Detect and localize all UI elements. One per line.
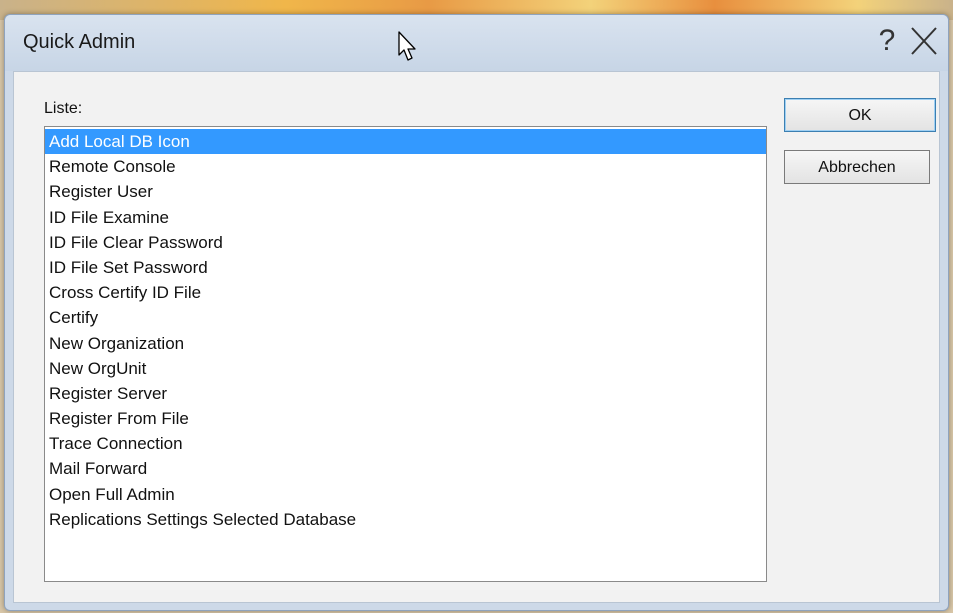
list-item[interactable]: ID File Examine [45, 205, 766, 230]
quick-admin-dialog: Quick Admin ? Liste: Add Local DB Icon Re… [4, 14, 949, 611]
close-button[interactable] [907, 23, 941, 59]
list-item[interactable]: Remote Console [45, 154, 766, 179]
list-item[interactable]: ID File Set Password [45, 255, 766, 280]
cancel-button[interactable]: Abbrechen [784, 150, 930, 184]
title-bar[interactable]: Quick Admin ? [5, 15, 948, 71]
list-item[interactable]: Mail Forward [45, 456, 766, 481]
dialog-title: Quick Admin [23, 31, 136, 53]
close-icon [911, 27, 937, 55]
mouse-cursor-icon [398, 31, 416, 61]
list-item[interactable]: Register Server [45, 381, 766, 406]
list-item[interactable]: New Organization [45, 331, 766, 356]
list-item[interactable]: Cross Certify ID File [45, 280, 766, 305]
list-item[interactable]: Trace Connection [45, 431, 766, 456]
list-label: Liste: [44, 100, 83, 117]
help-icon: ? [878, 24, 896, 57]
list-item[interactable]: Register User [45, 179, 766, 204]
admin-actions-listbox[interactable]: Add Local DB Icon Remote Console Register … [44, 126, 767, 582]
ok-button[interactable]: OK [784, 98, 936, 132]
list-item[interactable]: Open Full Admin [45, 482, 766, 507]
list-item[interactable]: Register From File [45, 406, 766, 431]
list-item[interactable]: Certify [45, 305, 766, 330]
list-item[interactable]: ID File Clear Password [45, 230, 766, 255]
dialog-body: Liste: Add Local DB Icon Remote Console Re… [13, 71, 940, 603]
help-button[interactable]: ? [872, 23, 902, 59]
list-item[interactable]: Add Local DB Icon [45, 129, 766, 155]
list-item[interactable]: New OrgUnit [45, 356, 766, 381]
list-item[interactable]: Replications Settings Selected Database [45, 507, 766, 532]
